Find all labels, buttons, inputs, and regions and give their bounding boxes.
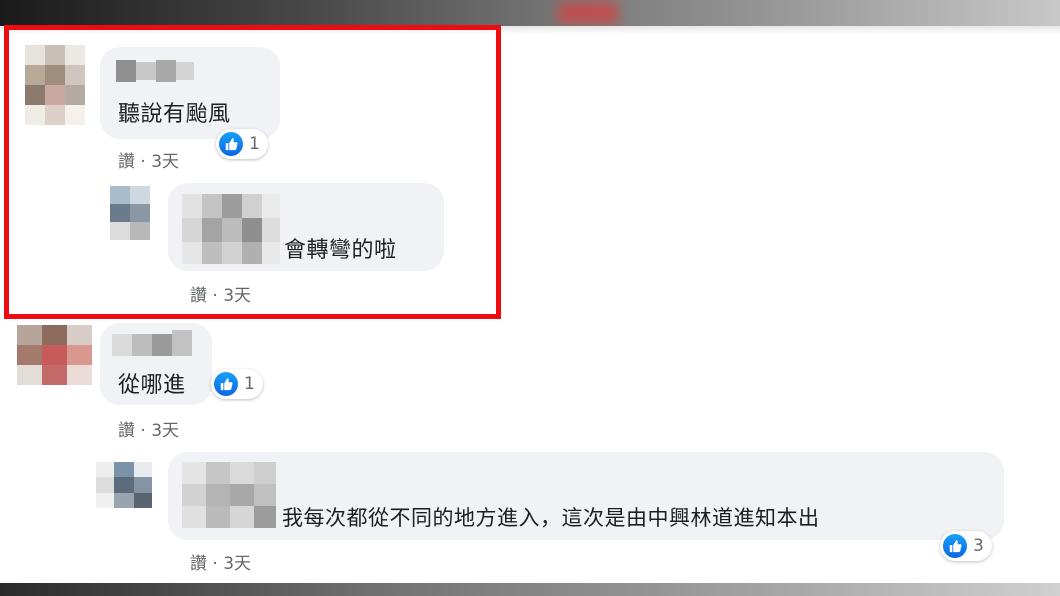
reply-text: 我每次都從不同的地方進入，這次是由中興林道進知本出 (282, 506, 820, 530)
blurred-author-name[interactable] (182, 462, 278, 528)
reply-meta[interactable]: 讚 · 3天 (190, 549, 251, 574)
top-blurred-strip (0, 0, 1060, 26)
reaction-badge[interactable]: 3 (940, 531, 992, 561)
bottom-blurred-strip (0, 583, 1060, 596)
like-thumbs-up-icon (214, 372, 238, 396)
avatar[interactable] (96, 462, 152, 508)
blurred-red-element (558, 2, 618, 24)
comment-meta[interactable]: 讚 · 3天 (118, 416, 179, 441)
avatar[interactable] (17, 325, 92, 385)
blurred-author-name[interactable] (112, 330, 192, 358)
comment-text: 從哪進 (118, 373, 186, 398)
reaction-count: 3 (973, 536, 984, 556)
reaction-count: 1 (244, 374, 255, 394)
screenshot-frame: 聽說有颱風 1 讚 · 3天 會轉彎的啦 讚 · 3天 從哪進 1 讚 · 3天… (0, 0, 1060, 596)
highlight-box (4, 25, 501, 319)
reaction-badge[interactable]: 1 (211, 369, 263, 399)
like-thumbs-up-icon (943, 534, 967, 558)
